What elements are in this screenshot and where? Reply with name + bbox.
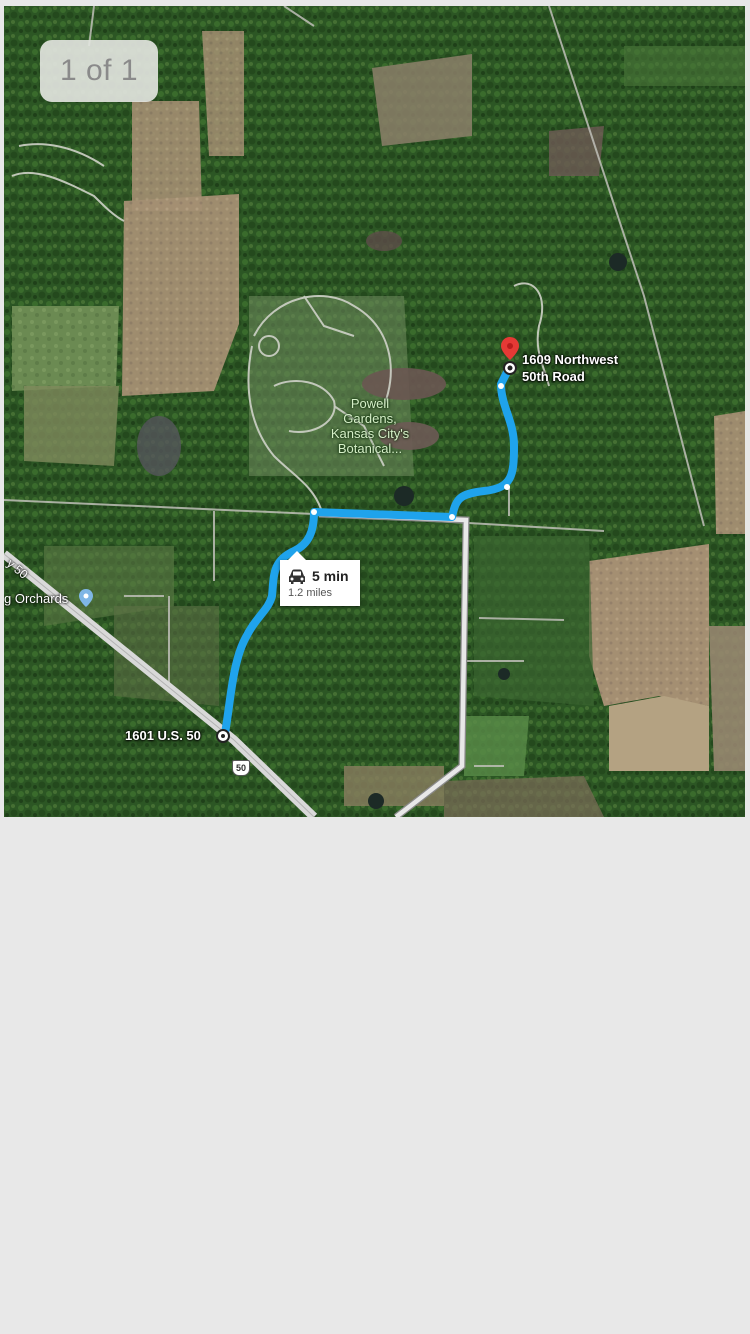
route-info-card[interactable]: 5 min 1.2 miles bbox=[280, 551, 360, 606]
image-viewer: 1609 Northwest 50th Road 1601 U.S. 50 Po… bbox=[0, 0, 750, 1334]
shield-number: 50 bbox=[235, 763, 246, 773]
map-image[interactable]: 1609 Northwest 50th Road 1601 U.S. 50 Po… bbox=[4, 6, 745, 817]
route-card-pointer bbox=[288, 551, 306, 560]
orchards-label[interactable]: g Orchards bbox=[4, 591, 68, 606]
route-time: 5 min bbox=[312, 568, 349, 584]
orchards-label-text: g Orchards bbox=[4, 591, 69, 606]
car-icon bbox=[289, 569, 305, 584]
poi-label-line3: Kansas City's bbox=[330, 426, 410, 441]
page-counter: 1 of 1 bbox=[40, 40, 158, 102]
origin-label: 1601 U.S. 50 bbox=[125, 727, 201, 744]
origin-label-text: 1601 U.S. 50 bbox=[125, 728, 201, 743]
destination-label: 1609 Northwest 50th Road bbox=[522, 351, 618, 385]
poi-label-powell-gardens[interactable]: Powell Gardens, Kansas City's Botanical.… bbox=[320, 396, 420, 456]
destination-label-line2: 50th Road bbox=[522, 369, 585, 384]
poi-label-line1: Powell bbox=[350, 396, 390, 411]
poi-label-line2: Gardens, bbox=[343, 411, 397, 426]
route-distance: 1.2 miles bbox=[288, 587, 333, 599]
destination-label-line1: 1609 Northwest bbox=[522, 352, 619, 367]
poi-label-line4: Botanical... bbox=[337, 441, 403, 456]
us-50-shield-icon: 50 bbox=[232, 760, 250, 776]
